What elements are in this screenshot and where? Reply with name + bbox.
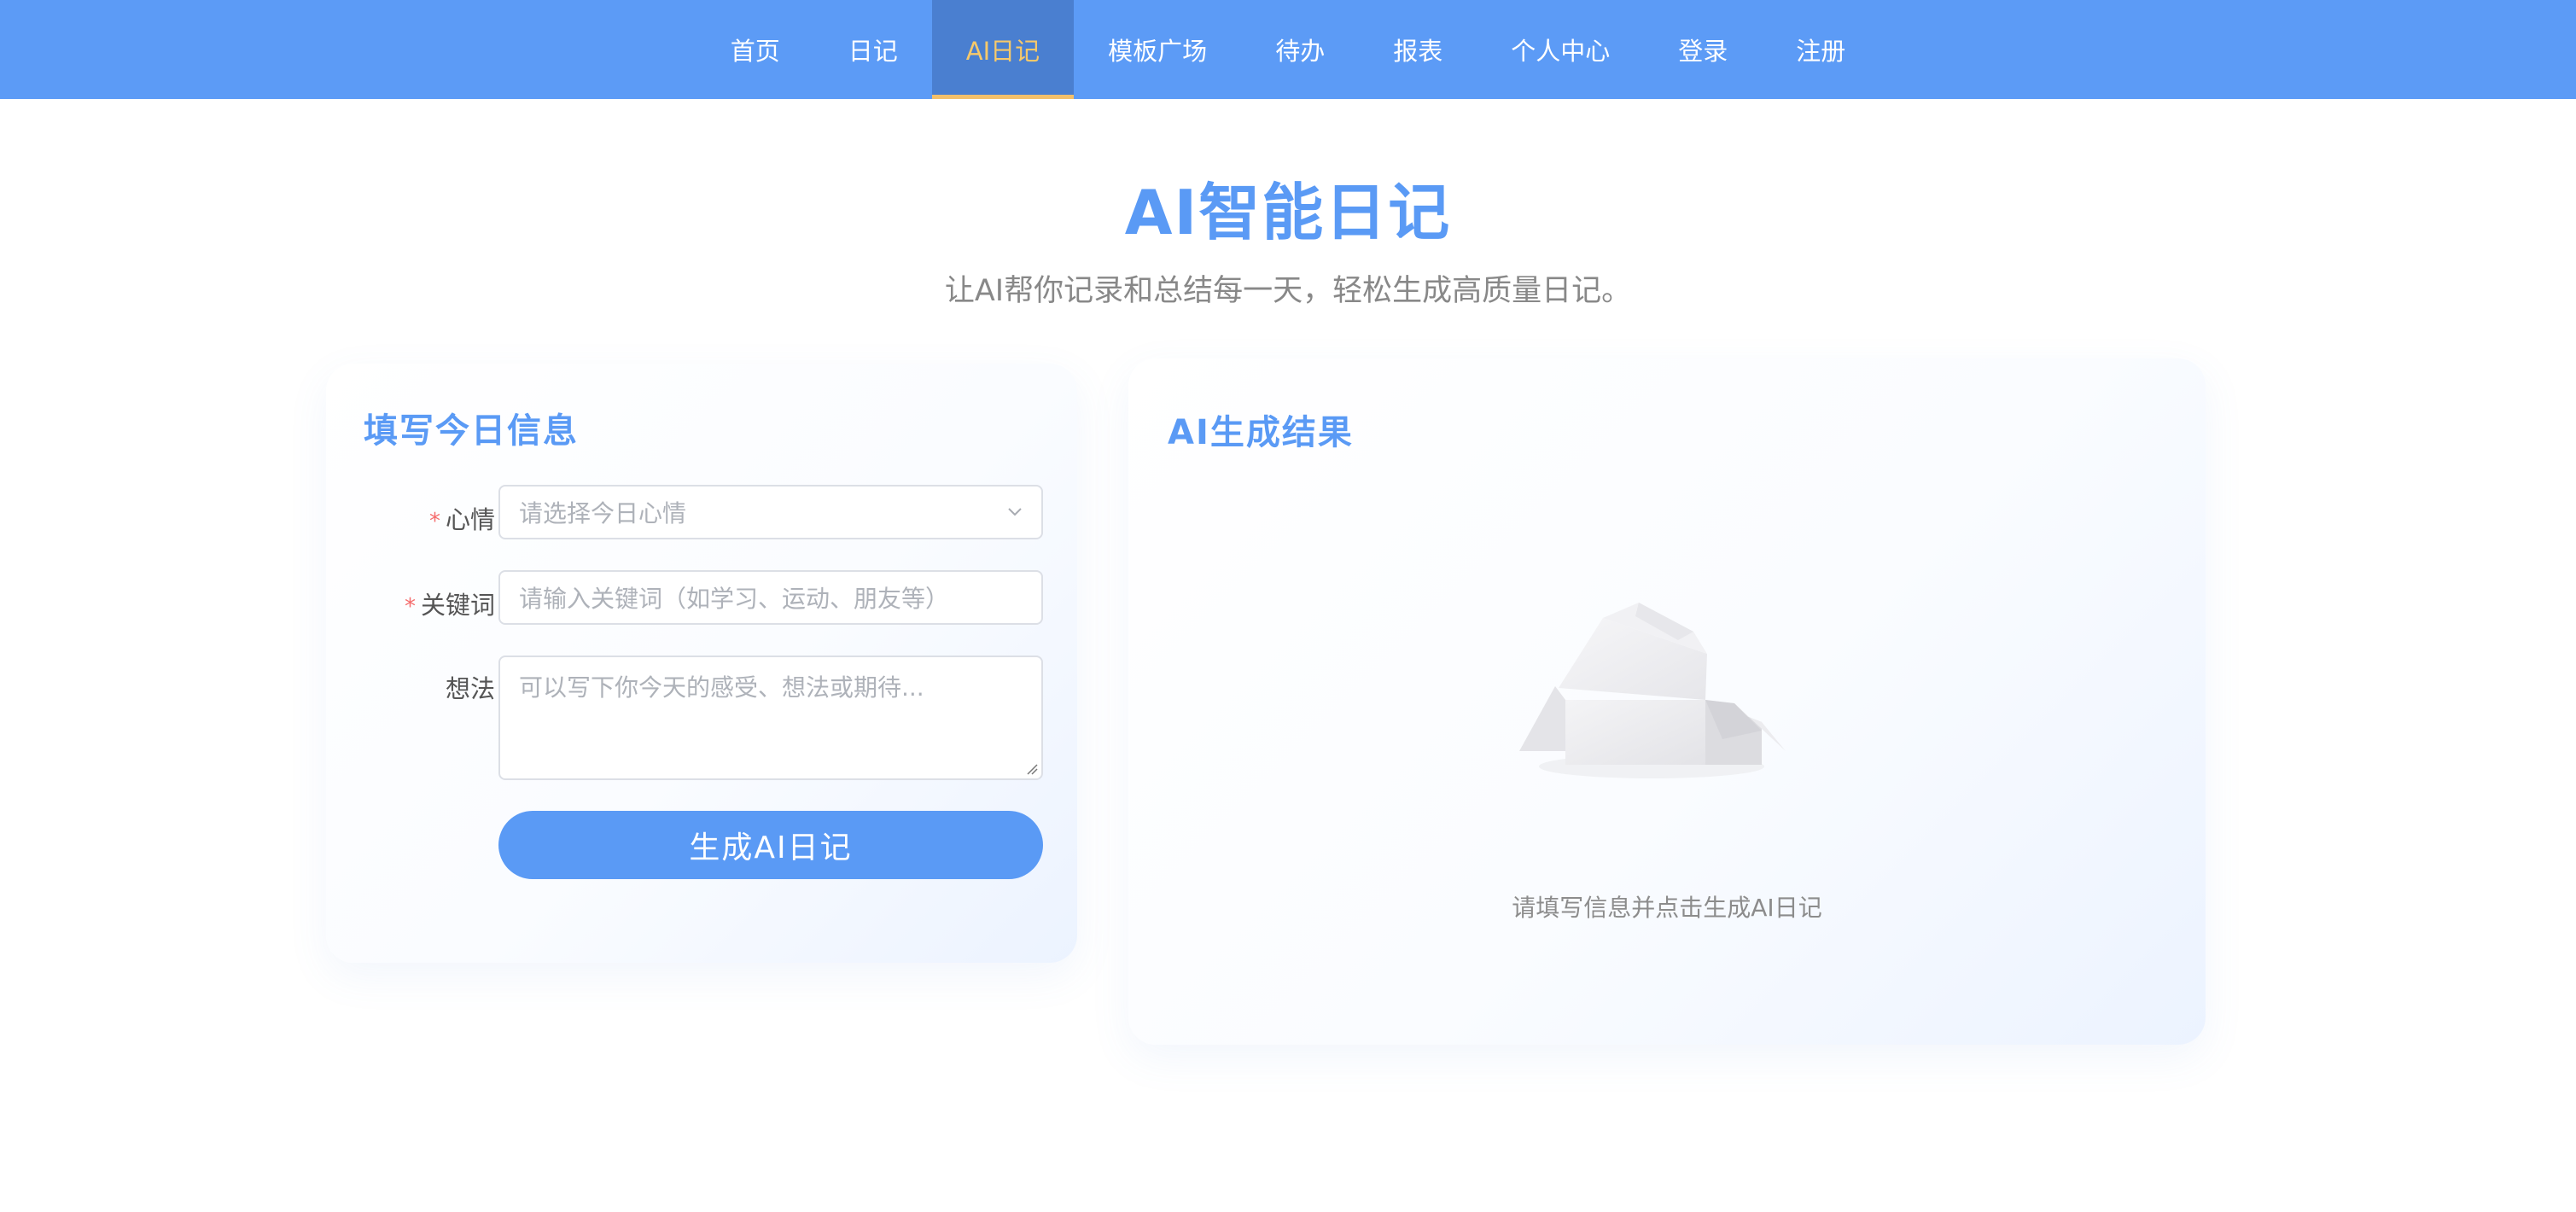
thoughts-textarea[interactable]: 可以写下你今天的感受、想法或期待... — [498, 656, 1043, 780]
nav-item-templates[interactable]: 模板广场 — [1074, 0, 1241, 99]
nav-item-login[interactable]: 登录 — [1644, 0, 1762, 99]
mood-select[interactable]: 请选择今日心情 — [498, 485, 1043, 539]
nav-item-todo[interactable]: 待办 — [1241, 0, 1359, 99]
result-card-title: AI生成结果 — [1168, 413, 1354, 452]
nav-item-diary[interactable]: 日记 — [814, 0, 932, 99]
nav-item-reports[interactable]: 报表 — [1359, 0, 1477, 99]
form-card-title: 填写今日信息 — [364, 411, 579, 451]
nav-item-ai-diary[interactable]: AI日记 — [931, 0, 1075, 99]
page-title: AI智能日记 — [1124, 177, 1452, 248]
nav-item-register[interactable]: 注册 — [1762, 0, 1880, 99]
info-form-card: 填写今日信息 * 心情 请选择今日心情 * 关键词 请输入关键词（如学习、运动、朋友… — [326, 364, 1077, 963]
thoughts-label: 想法 — [445, 674, 495, 703]
resize-handle-icon[interactable] — [1024, 761, 1038, 775]
result-card: AI生成结果 请填写信息并点击生成AI日记 — [1128, 358, 2206, 1045]
nav-list: 首页 日记 AI日记 模板广场 待办 报表 个人中心 登录 注册 — [0, 0, 2576, 99]
required-mark: * — [404, 594, 416, 620]
keywords-input[interactable]: 请输入关键词（如学习、运动、朋友等） — [498, 570, 1043, 625]
generate-diary-button[interactable]: 生成AI日记 — [498, 811, 1043, 879]
mood-select-placeholder: 请选择今日心情 — [519, 499, 687, 527]
mood-label-text: 心情 — [445, 505, 495, 534]
nav-item-profile[interactable]: 个人中心 — [1477, 0, 1644, 99]
top-nav-bar: 首页 日记 AI日记 模板广场 待办 报表 个人中心 登录 注册 — [0, 0, 2576, 99]
mood-label: * 心情 — [429, 500, 495, 536]
nav-item-home[interactable]: 首页 — [696, 0, 814, 99]
chevron-down-icon — [1008, 508, 1022, 516]
page-subtitle: 让AI帮你记录和总结每一天，轻松生成高质量日记。 — [944, 274, 1632, 308]
empty-box-icon — [1519, 603, 1786, 778]
keywords-label-text: 关键词 — [420, 591, 495, 620]
empty-state-text: 请填写信息并点击生成AI日记 — [1512, 894, 1822, 922]
thoughts-textarea-placeholder: 可以写下你今天的感受、想法或期待... — [519, 673, 924, 702]
keywords-input-placeholder: 请输入关键词（如学习、运动、朋友等） — [519, 585, 950, 613]
keywords-label: * 关键词 — [405, 586, 495, 621]
required-mark: * — [428, 509, 440, 534]
